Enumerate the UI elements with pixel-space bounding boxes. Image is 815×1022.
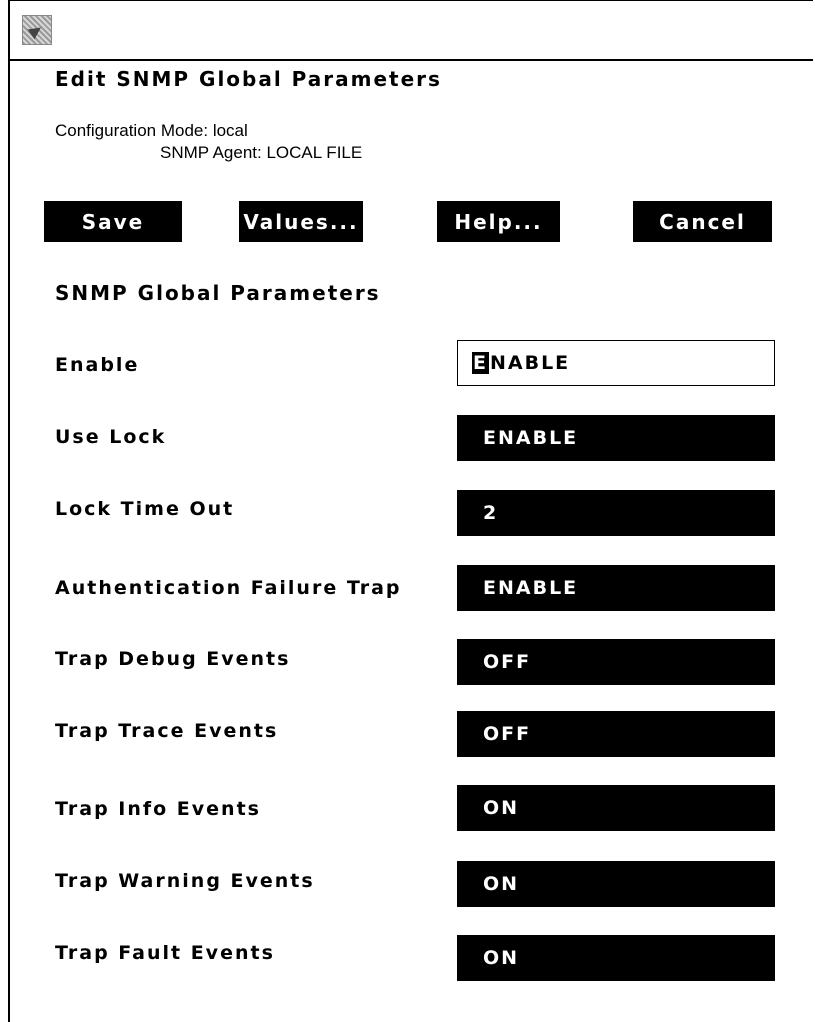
trap-trace-events-label: Trap Trace Events <box>55 720 279 742</box>
authentication-failure-trap-field-value: ENABLE <box>483 577 579 599</box>
trap-info-events-field-value: ON <box>483 797 520 819</box>
trap-trace-events-field-value: OFF <box>483 723 532 745</box>
title-bar <box>10 1 813 61</box>
enable-label: Enable <box>55 354 140 376</box>
trap-debug-events-field-value: OFF <box>483 651 532 673</box>
trap-warning-events-label: Trap Warning Events <box>55 870 315 892</box>
enable-field-value: NABLE <box>489 352 571 374</box>
cancel-button[interactable]: Cancel <box>633 201 772 242</box>
trap-info-events-label: Trap Info Events <box>55 798 261 820</box>
trap-warning-events-field[interactable]: ON <box>457 861 775 907</box>
use-lock-field[interactable]: ENABLE <box>457 415 775 461</box>
help-button[interactable]: Help... <box>437 201 560 242</box>
configuration-mode-text: Configuration Mode: local <box>55 121 248 140</box>
lock-time-out-field[interactable]: 2 <box>457 490 775 536</box>
trap-trace-events-field[interactable]: OFF <box>457 711 775 757</box>
trap-debug-events-label: Trap Debug Events <box>55 648 291 670</box>
trap-warning-events-field-value: ON <box>483 873 520 895</box>
enable-field[interactable]: E NABLE <box>457 340 775 386</box>
authentication-failure-trap-label: Authentication Failure Trap <box>55 577 402 599</box>
trap-fault-events-label: Trap Fault Events <box>55 942 275 964</box>
trap-info-events-field[interactable]: ON <box>457 785 775 831</box>
authentication-failure-trap-field[interactable]: ENABLE <box>457 565 775 611</box>
section-title: SNMP Global Parameters <box>55 281 381 305</box>
use-lock-label: Use Lock <box>55 426 167 448</box>
trap-fault-events-field-value: ON <box>483 947 520 969</box>
dialog-window: Edit SNMP Global Parameters Configuratio… <box>8 0 813 1022</box>
dialog-title: Edit SNMP Global Parameters <box>55 67 442 91</box>
window-menu-icon[interactable] <box>22 15 52 45</box>
trap-fault-events-field[interactable]: ON <box>457 935 775 981</box>
use-lock-field-value: ENABLE <box>483 427 579 449</box>
values-button[interactable]: Values... <box>239 201 363 242</box>
snmp-agent-text: SNMP Agent: LOCAL FILE <box>160 143 363 162</box>
save-button[interactable]: Save <box>44 201 182 242</box>
trap-debug-events-field[interactable]: OFF <box>457 639 775 685</box>
text-cursor: E <box>472 352 489 374</box>
lock-time-out-field-value: 2 <box>483 502 499 524</box>
lock-time-out-label: Lock Time Out <box>55 498 235 520</box>
